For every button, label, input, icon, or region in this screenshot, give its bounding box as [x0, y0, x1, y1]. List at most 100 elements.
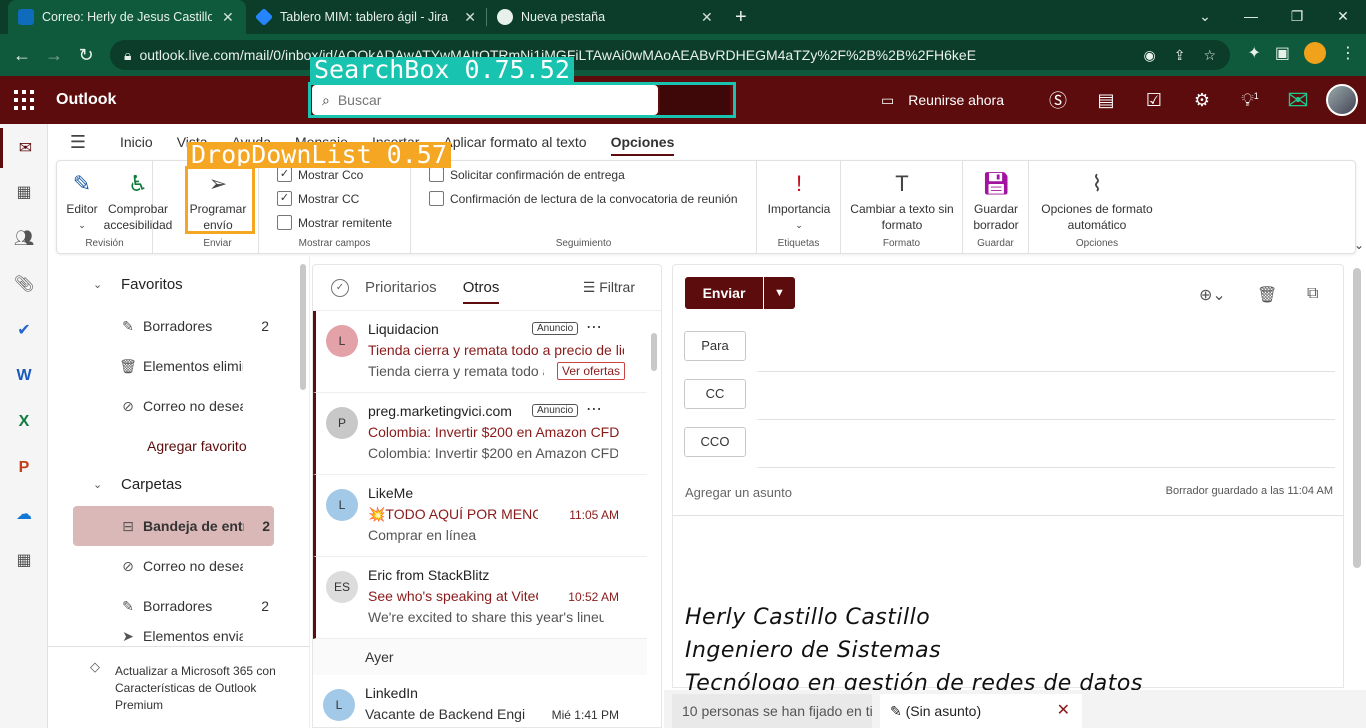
attachment-icon[interactable]: 📎︎	[0, 264, 48, 304]
show-bcc-checkbox[interactable]: ✓ Mostrar Cco	[277, 167, 363, 182]
compose-scrollbar[interactable]	[1353, 268, 1361, 568]
browser-tab-new[interactable]: Nueva pestaña ✕	[487, 0, 725, 34]
delivery-receipt-checkbox[interactable]: Solicitar confirmación de entrega	[429, 167, 625, 182]
app-launcher-icon[interactable]	[14, 90, 34, 110]
todo-check-icon[interactable]: ✔	[0, 310, 48, 350]
menu-icon[interactable]: ⋮	[1340, 43, 1356, 63]
favorites-header[interactable]: ⌄ Favoritos	[93, 276, 183, 293]
tab-opciones[interactable]: Opciones	[599, 124, 687, 160]
offers-button[interactable]: Ver ofertas	[557, 362, 626, 380]
star-icon[interactable]: ☆	[1203, 47, 1216, 64]
ribbon-collapse-icon[interactable]: ⌄	[1354, 238, 1364, 252]
subject-field[interactable]: Agregar un asunto	[685, 485, 792, 500]
more-icon[interactable]: ⋯	[586, 317, 602, 337]
show-cc-checkbox[interactable]: ✓ Mostrar CC	[277, 191, 359, 206]
office-icon[interactable]: ▤	[1082, 90, 1130, 111]
extensions-icon[interactable]: ✦	[1247, 43, 1260, 63]
close-icon[interactable]: ✕	[464, 9, 476, 26]
tab-search-icon[interactable]: ⌄	[1182, 0, 1228, 34]
mail-icon[interactable]: ✉	[0, 128, 48, 168]
trash-icon[interactable]: 🗑︎	[1257, 285, 1277, 305]
folder-drafts[interactable]: ✎ Borradores 2	[73, 586, 273, 626]
plain-text-button[interactable]: T Cambiar a texto sin formato	[847, 167, 957, 233]
read-receipt-checkbox[interactable]: Confirmación de lectura de la convocator…	[429, 191, 738, 206]
junk-icon: ⊘	[122, 397, 134, 414]
close-icon[interactable]: ✕	[1057, 694, 1070, 728]
browser-tab-jira[interactable]: Tablero MIM: tablero ágil - Jira ✕	[246, 0, 486, 34]
add-favorite-link[interactable]: Agregar favorito	[147, 438, 247, 454]
signature[interactable]: Herly Castillo Castillo Ingeniero de Sis…	[685, 601, 1143, 700]
back-icon[interactable]: ←	[6, 45, 38, 66]
close-window-icon[interactable]: ✕	[1320, 0, 1366, 34]
reload-icon[interactable]: ↻	[70, 45, 102, 66]
share-icon[interactable]: ⇪	[1174, 47, 1186, 64]
folder-sent[interactable]: ➤ Elementos enviados	[73, 626, 273, 646]
bcc-button[interactable]: CCO	[684, 427, 746, 457]
skype-icon[interactable]: Ⓢ	[1034, 87, 1082, 113]
close-icon[interactable]: ✕	[222, 9, 234, 26]
close-icon[interactable]: ✕	[701, 9, 713, 26]
folder-junk[interactable]: ⊘ Correo no deseado	[73, 546, 273, 586]
mail-green-icon[interactable]: ✉	[1274, 85, 1322, 116]
browser-tab-outlook[interactable]: Correo: Herly de Jesus Castillo Castillo…	[8, 0, 246, 34]
eye-icon[interactable]: ◉	[1143, 47, 1155, 64]
tips-lightbulb-icon[interactable]: 💡︎1	[1226, 90, 1274, 111]
chevron-down-icon: ⌄	[795, 220, 803, 230]
autoformat-button[interactable]: ⌇ Opciones de formato automático	[1035, 167, 1159, 233]
profile-icon[interactable]	[1304, 42, 1326, 64]
fav-item-junk[interactable]: ⊘ Correo no deseado	[73, 386, 273, 426]
onedrive-icon[interactable]: ☁	[0, 494, 48, 534]
todo-icon[interactable]: ☑	[1130, 90, 1178, 111]
bottom-tab-notification[interactable]: 10 personas se han fijado en ti	[672, 694, 872, 728]
more-icon[interactable]: ⋯	[586, 399, 602, 419]
show-from-checkbox[interactable]: Mostrar remitente	[277, 215, 392, 230]
importance-button[interactable]: ! Importancia ⌄	[763, 167, 835, 233]
tab-focused[interactable]: Prioritarios	[365, 279, 437, 296]
folders-header[interactable]: ⌄ Carpetas	[93, 476, 182, 493]
save-draft-button[interactable]: 💾︎ Guardar borrador	[967, 167, 1025, 233]
to-button[interactable]: Para	[684, 331, 746, 361]
word-icon[interactable]: W	[0, 356, 48, 396]
list-item[interactable]: P preg.marketingvici.com Anuncio ⋯ Colom…	[313, 393, 647, 475]
restore-icon[interactable]: ❐	[1274, 0, 1320, 34]
chevron-down-icon[interactable]: ▼	[763, 277, 795, 309]
favorites-label: Favoritos	[121, 276, 183, 293]
send-button[interactable]: Enviar ▼	[685, 277, 795, 309]
settings-gear-icon[interactable]: ⚙	[1178, 90, 1226, 111]
more-apps-icon[interactable]: ▦	[0, 540, 48, 580]
new-tab-button[interactable]: +	[735, 6, 747, 29]
zoom-icon[interactable]: ⊕⌄	[1199, 285, 1226, 305]
url-field[interactable]: 🔒︎ outlook.live.com/mail/0/inbox/id/AQQk…	[110, 40, 1230, 70]
bottom-tab-draft[interactable]: ✎ (Sin asunto) ✕	[880, 694, 1082, 728]
excel-icon[interactable]: X	[0, 402, 48, 442]
list-scrollbar[interactable]	[651, 333, 657, 371]
upgrade-banner[interactable]: ◇ Actualizar a Microsoft 365 con Caracte…	[48, 646, 310, 728]
popout-icon[interactable]: ⧉	[1307, 285, 1318, 303]
list-item[interactable]: L Liquidacion Anuncio ⋯ Tienda cierra y …	[313, 311, 647, 393]
folder-scrollbar[interactable]	[300, 264, 306, 390]
filter-button[interactable]: ☰ Filtrar	[583, 279, 635, 296]
meet-now-button[interactable]: ▭ Reunirse ahora	[881, 92, 1004, 109]
sidepanel-icon[interactable]: ▣	[1275, 43, 1290, 63]
calendar-icon[interactable]: ▦	[0, 172, 48, 212]
fav-item-deleted[interactable]: 🗑︎ Elementos eliminados	[73, 346, 273, 386]
list-item[interactable]: L LinkedIn Vacante de Backend Engineer M…	[313, 675, 647, 728]
tab-other[interactable]: Otros	[462, 279, 499, 304]
folder-inbox[interactable]: ⊟ Bandeja de entrada 2	[73, 506, 274, 546]
powerpoint-icon[interactable]: P	[0, 448, 48, 488]
subject: 💥TODO AQUÍ POR MENOS	[368, 506, 538, 522]
editor-button[interactable]: ✎ Editor ⌄	[61, 167, 103, 233]
forward-icon[interactable]: →	[38, 45, 70, 66]
cc-button[interactable]: CC	[684, 379, 746, 409]
hamburger-icon[interactable]: ☰	[48, 132, 108, 153]
avatar[interactable]	[1326, 84, 1358, 116]
tab-inicio[interactable]: Inicio	[108, 124, 165, 160]
tab-formato-texto[interactable]: Aplicar formato al texto	[431, 124, 598, 160]
fav-item-drafts[interactable]: ✎ Borradores 2	[73, 306, 273, 346]
list-item[interactable]: L LikeMe 💥TODO AQUÍ POR MENOS 11:05 AM C…	[313, 475, 647, 557]
list-item[interactable]: ES Eric from StackBlitz See who's speaki…	[313, 557, 647, 639]
accessibility-button[interactable]: ♿︎ Comprobar accesibilidad	[103, 167, 173, 233]
people-icon[interactable]: 👥︎	[0, 218, 48, 258]
select-all-icon[interactable]: ✓	[331, 278, 349, 297]
minimize-icon[interactable]: —	[1228, 0, 1274, 34]
